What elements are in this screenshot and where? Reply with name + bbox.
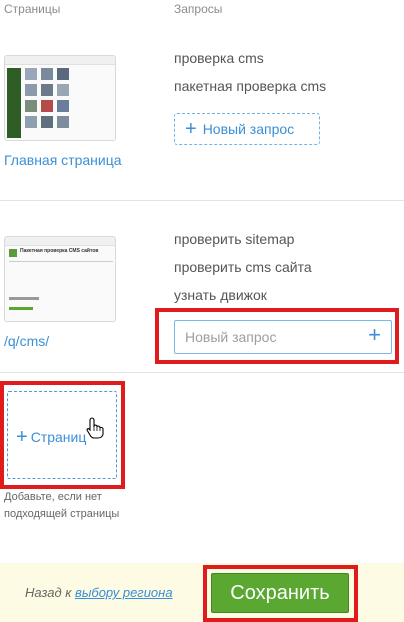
query-item[interactable]: пакетная проверка cms xyxy=(174,78,326,94)
page-link-cms[interactable]: /q/cms/ xyxy=(4,333,49,349)
thumbnail-bar xyxy=(5,56,115,65)
add-page-hint: Добавьте, если нет подходящей страницы xyxy=(4,489,164,523)
page-thumbnail[interactable]: Пакетная проверка CMS сайтов xyxy=(4,236,116,322)
thumbnail-sidebar xyxy=(7,68,21,138)
back-link[interactable]: выбору региона xyxy=(75,585,173,600)
hint-line: Добавьте, если нет xyxy=(4,491,102,503)
thumbnail-bar xyxy=(5,237,115,246)
highlight-box xyxy=(203,565,358,622)
query-item[interactable]: проверить cms сайта xyxy=(174,259,312,275)
new-query-button[interactable]: + Новый запрос xyxy=(174,113,320,145)
thumbnail-line xyxy=(9,297,39,300)
hand-pointer-icon xyxy=(86,417,104,439)
row-divider xyxy=(0,200,404,201)
query-item[interactable]: проверка cms xyxy=(174,50,264,66)
thumbnail-grid xyxy=(25,68,75,140)
back-prefix: Назад к xyxy=(25,585,72,600)
row-divider xyxy=(0,372,404,373)
highlight-box xyxy=(0,381,125,489)
hint-line: подходящей страницы xyxy=(4,508,120,520)
query-item[interactable]: проверить sitemap xyxy=(174,231,294,247)
plus-icon: + xyxy=(185,118,197,140)
back-text: Назад к выбору региона xyxy=(25,585,173,600)
new-query-label: Новый запрос xyxy=(202,121,295,137)
page-link-home[interactable]: Главная страница xyxy=(4,152,122,168)
page-thumbnail[interactable] xyxy=(4,55,116,141)
thumbnail-line xyxy=(9,261,113,262)
thumbnail-title: Пакетная проверка CMS сайтов xyxy=(20,248,99,254)
query-item[interactable]: узнать движок xyxy=(174,287,267,303)
pages-column-header: Страницы xyxy=(4,2,61,16)
thumbnail-button xyxy=(9,307,33,310)
highlight-box xyxy=(155,308,399,364)
thumbnail-logo xyxy=(9,249,17,257)
queries-column-header: Запросы xyxy=(174,2,223,16)
